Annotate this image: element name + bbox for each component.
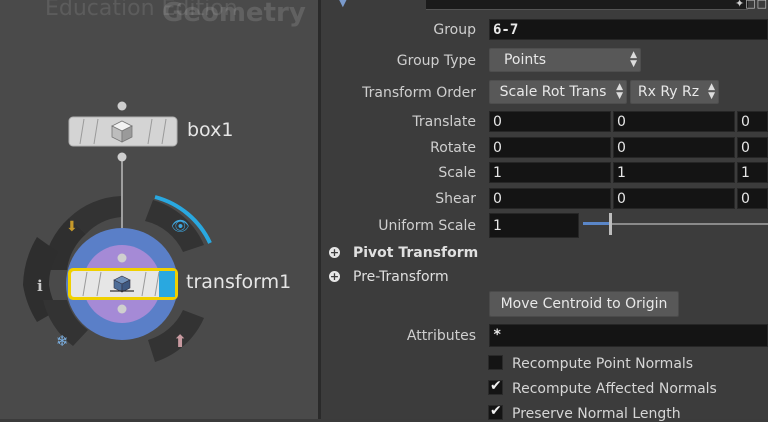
recompute-affected-normals-checkbox[interactable] xyxy=(488,378,503,395)
freeze-snowflake-icon[interactable]: ❄ xyxy=(56,332,69,350)
transform-order-value: Scale Rot Trans xyxy=(499,84,607,100)
uniform-scale-slider-fill xyxy=(583,222,611,225)
node-transform1-label: transform1 xyxy=(186,271,292,293)
rotation-order-dropdown[interactable]: Rx Ry Rz ▲ ▼ xyxy=(630,80,719,104)
recompute-point-normals-row[interactable]: Recompute Point Normals xyxy=(488,355,693,372)
bypass-flag-icon[interactable]: ⬇ xyxy=(66,219,78,235)
shear-label: Shear xyxy=(435,191,476,207)
uniform-scale-slider-handle[interactable] xyxy=(609,213,612,235)
expand-plus-icon: + xyxy=(329,246,340,259)
rotate-z-field[interactable]: 0 xyxy=(737,137,768,158)
recompute-affected-normals-label: Recompute Affected Normals xyxy=(512,381,717,397)
dropdown-arrows-icon: ▲ ▼ xyxy=(708,82,715,101)
group-field[interactable]: 6-7 xyxy=(489,19,768,40)
scale-y-field[interactable]: 1 xyxy=(613,162,735,183)
transform1-output-connector[interactable] xyxy=(117,304,127,314)
node-box1-label: box1 xyxy=(187,119,234,141)
panel-header: ▼ ✦□□ xyxy=(321,0,768,12)
pivot-transform-label: Pivot Transform xyxy=(353,245,479,261)
transform-order-dropdown[interactable]: Scale Rot Trans ▲ ▼ xyxy=(489,80,627,104)
scale-z-field[interactable]: 1 xyxy=(737,162,768,183)
uniform-scale-field[interactable]: 1 xyxy=(489,213,579,238)
rotate-label: Rotate xyxy=(430,140,476,156)
translate-label: Translate xyxy=(412,114,476,130)
shear-x-field[interactable]: 0 xyxy=(489,188,611,209)
attributes-field[interactable]: * xyxy=(489,324,768,347)
rotation-order-value: Rx Ry Rz xyxy=(637,84,700,100)
network-view[interactable]: Education Edition Geometry ⬇ 👁 i ❄ ⬆ box… xyxy=(0,0,318,419)
node-transform1[interactable] xyxy=(68,268,178,300)
shear-y-field[interactable]: 0 xyxy=(613,188,735,209)
transform1-input-connector[interactable] xyxy=(117,253,127,263)
dropdown-arrows-icon: ▲ ▼ xyxy=(616,82,623,101)
network-canvas: ⬇ 👁 i ❄ ⬆ xyxy=(23,101,212,362)
expand-plus-icon: + xyxy=(329,270,340,283)
group-type-value: Points xyxy=(503,52,547,68)
parameter-panel: ▼ ✦□□ Group 6-7 Group Type Points ▲ ▼ Tra… xyxy=(321,0,768,422)
rotate-y-field[interactable]: 0 xyxy=(613,137,735,158)
recompute-point-normals-label: Recompute Point Normals xyxy=(512,356,694,372)
uniform-scale-label: Uniform Scale xyxy=(378,218,476,234)
node-box1[interactable] xyxy=(68,116,178,147)
preserve-normal-length-label: Preserve Normal Length xyxy=(512,406,681,422)
translate-x-field[interactable]: 0 xyxy=(489,111,611,132)
pre-transform-section[interactable]: + Pre-Transform xyxy=(329,269,449,285)
box1-output-connector[interactable] xyxy=(117,152,127,162)
header-tools-icon[interactable]: ✦□□ xyxy=(735,0,768,10)
recompute-point-normals-checkbox[interactable] xyxy=(488,355,503,370)
box1-input-connector[interactable] xyxy=(117,101,127,111)
group-type-dropdown[interactable]: Points ▲ ▼ xyxy=(489,48,641,72)
header-field[interactable] xyxy=(426,0,748,10)
transform-order-label: Transform Order xyxy=(362,85,476,101)
attributes-label: Attributes xyxy=(406,328,476,344)
expand-arrow-icon[interactable]: ▼ xyxy=(339,0,347,9)
move-centroid-button[interactable]: Move Centroid to Origin xyxy=(489,291,679,317)
rotate-x-field[interactable]: 0 xyxy=(489,137,611,158)
translate-z-field[interactable]: 0 xyxy=(737,111,768,132)
pivot-transform-section[interactable]: + Pivot Transform xyxy=(329,245,478,261)
display-flag-icon[interactable]: 👁 xyxy=(171,217,190,235)
group-label: Group xyxy=(433,22,476,38)
box-geometry-icon xyxy=(111,120,133,143)
scale-label: Scale xyxy=(438,165,476,181)
preserve-normal-length-checkbox[interactable] xyxy=(488,403,503,420)
shear-z-field[interactable]: 0 xyxy=(737,188,768,209)
template-flag-icon[interactable]: ⬆ xyxy=(173,332,187,352)
recompute-affected-normals-row[interactable]: Recompute Affected Normals xyxy=(488,378,717,397)
info-icon[interactable]: i xyxy=(37,277,43,295)
scale-x-field[interactable]: 1 xyxy=(489,162,611,183)
dropdown-arrows-icon: ▲ ▼ xyxy=(630,50,637,69)
group-type-label: Group Type xyxy=(396,53,476,69)
translate-y-field[interactable]: 0 xyxy=(613,111,735,132)
pre-transform-label: Pre-Transform xyxy=(353,269,449,285)
preserve-normal-length-row[interactable]: Preserve Normal Length xyxy=(488,403,681,422)
